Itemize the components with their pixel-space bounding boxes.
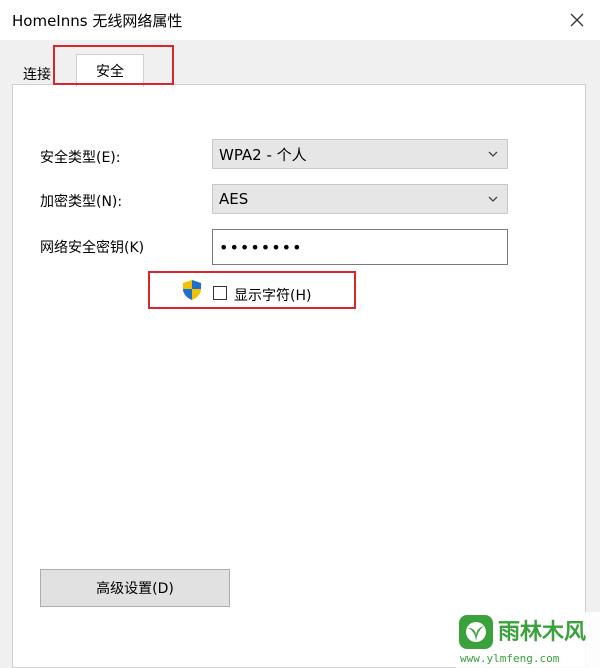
ylmf-logo xyxy=(459,615,493,649)
network-key-input[interactable]: •••••••• xyxy=(212,229,508,265)
encryption-type-value: AES xyxy=(219,190,249,208)
encryption-type-select[interactable]: AES xyxy=(212,184,508,214)
chevron-down-icon xyxy=(488,151,498,157)
highlight-show-characters xyxy=(148,271,356,309)
security-type-value: WPA2 - 个人 xyxy=(219,145,307,164)
watermark: 雨林木风 www.ylmfeng.com xyxy=(456,612,600,668)
watermark-url: www.ylmfeng.com xyxy=(460,652,560,665)
close-icon xyxy=(570,13,584,27)
window-title: HomeInns 无线网络属性 xyxy=(12,12,183,30)
advanced-settings-button[interactable]: 高级设置(D) xyxy=(40,569,230,607)
encryption-type-label: 加密类型(N): xyxy=(40,194,123,210)
chevron-down-icon xyxy=(488,196,498,202)
advanced-settings-label: 高级设置(D) xyxy=(96,581,174,597)
highlight-security-tab xyxy=(53,45,174,85)
title-bar: HomeInns 无线网络属性 xyxy=(0,0,600,40)
network-key-value: •••••••• xyxy=(219,237,303,257)
network-key-label: 网络安全密钥(K) xyxy=(40,240,145,256)
tab-label: 连接 xyxy=(23,67,51,83)
close-button[interactable] xyxy=(562,6,592,34)
security-type-label: 安全类型(E): xyxy=(40,150,121,166)
security-type-select[interactable]: WPA2 - 个人 xyxy=(212,139,508,169)
watermark-title: 雨林木风 xyxy=(498,620,587,645)
